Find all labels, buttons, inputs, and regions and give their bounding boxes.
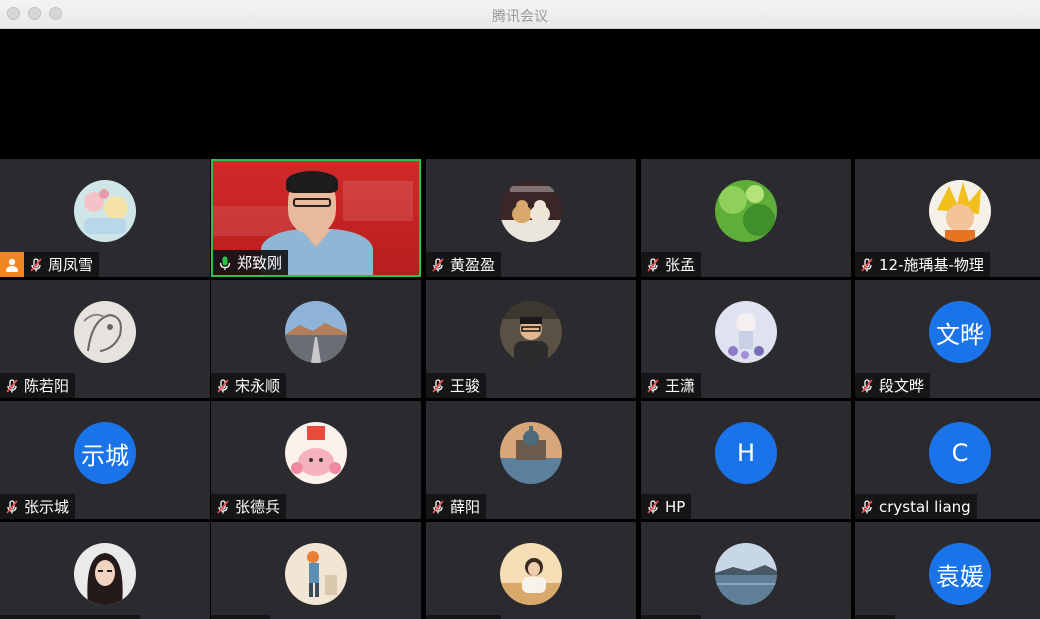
participant-name: 陈若阳 <box>24 377 70 395</box>
mic-muted-icon <box>859 378 879 394</box>
participant-tile[interactable]: 12-施瑀基-物理 <box>855 159 1040 277</box>
participant-name: 周凤雪 <box>48 256 94 274</box>
photo-illustration-icon <box>74 180 136 242</box>
mic-active-icon <box>217 255 237 271</box>
photo-road-icon <box>285 301 347 363</box>
participant-name: 段文晔 <box>879 377 925 395</box>
photo-person-icon <box>500 301 562 363</box>
participant-name-bar: 郑致刚 <box>213 250 289 275</box>
photo-leaves-icon <box>715 180 777 242</box>
participant-name-bar: 梁珊珊 物理学院 <box>0 615 140 619</box>
participant-tile[interactable]: Zhu <box>211 522 421 619</box>
participant-name-bar: 陈若阳 <box>0 373 76 398</box>
participant-name: 薛阳 <box>450 498 481 516</box>
participant-grid: 周凤雪 郑致刚 黄盈盈 张孟 12-施瑀基-物理陈若阳 宋永顺 王骏 王潇 文晔 段文晔示城 张示城… <box>0 159 1040 619</box>
window-title: 腾讯会议 <box>492 9 548 25</box>
participant-name: 张孟 <box>665 256 696 274</box>
participant-name-bar: 张示城 <box>0 494 76 519</box>
avatar-initials: 示城 <box>74 422 136 484</box>
participant-name: 郑致刚 <box>237 254 283 272</box>
mic-muted-icon <box>4 499 24 515</box>
participant-name-bar: 周凤雪 <box>24 252 100 277</box>
participant-name-bar: 薛阳 <box>426 494 487 519</box>
participant-tile[interactable]: 陈若阳 <box>0 280 210 398</box>
mic-muted-icon <box>215 378 235 394</box>
photo-woman-icon <box>74 543 136 605</box>
participant-name-bar: 段文晔 <box>855 373 931 398</box>
participant-tile[interactable]: 王潇 <box>641 280 851 398</box>
avatar-initials: H <box>715 422 777 484</box>
participant-name: 张德兵 <box>235 498 281 516</box>
participant-tile[interactable]: H HP <box>641 401 851 519</box>
participant-tile[interactable]: 示城 张示城 <box>0 401 210 519</box>
participant-name: crystal liang <box>879 497 971 516</box>
photo-cats-icon <box>500 180 562 242</box>
title-bar: 腾讯会议 <box>0 0 1040 29</box>
participant-tile[interactable]: 文晔 段文晔 <box>855 280 1040 398</box>
mic-muted-icon <box>4 378 24 394</box>
photo-sketch-icon <box>74 301 136 363</box>
participant-name: HP <box>665 497 686 516</box>
participant-name-bar: 王潇 <box>641 373 702 398</box>
participant-name-bar: 袁媛 <box>855 615 896 619</box>
participant-tile[interactable]: 黄盈盈 <box>426 159 636 277</box>
participant-tile[interactable]: 张震 <box>641 522 851 619</box>
photo-lake-icon <box>715 543 777 605</box>
photo-city-icon <box>500 422 562 484</box>
participant-name: 王骏 <box>450 377 481 395</box>
participant-name: 张示城 <box>24 498 70 516</box>
participant-tile[interactable]: 郑致刚 <box>211 159 421 277</box>
mic-muted-icon <box>430 378 450 394</box>
participant-name-bar: 张震 <box>641 615 702 619</box>
host-icon <box>0 252 24 277</box>
avatar-initials: 文晔 <box>929 301 991 363</box>
photo-pig-icon <box>285 422 347 484</box>
mic-muted-icon <box>28 257 48 273</box>
photo-girl-icon <box>500 543 562 605</box>
participant-name-bar: 王骏 <box>426 373 487 398</box>
participant-name-bar: 黄盈盈 <box>426 252 502 277</box>
participant-tile[interactable]: 袁媛袁媛 <box>855 522 1040 619</box>
mic-muted-icon <box>859 257 879 273</box>
participant-tile[interactable]: 吕昭月 <box>426 522 636 619</box>
participant-name-bar: Zhu <box>211 615 271 619</box>
participant-tile[interactable]: 薛阳 <box>426 401 636 519</box>
mic-muted-icon <box>430 257 450 273</box>
mic-muted-icon <box>859 499 879 515</box>
participant-name-bar: HP <box>641 494 692 519</box>
participant-name: 黄盈盈 <box>450 256 496 274</box>
participant-tile[interactable]: 张德兵 <box>211 401 421 519</box>
mic-muted-icon <box>645 257 665 273</box>
participant-name-bar: 吕昭月 <box>426 615 502 619</box>
participant-name-bar: 张德兵 <box>211 494 287 519</box>
participant-tile[interactable]: 宋永顺 <box>211 280 421 398</box>
participant-name: 王潇 <box>665 377 696 395</box>
participant-tile[interactable]: 周凤雪 <box>0 159 210 277</box>
participant-tile[interactable]: 梁珊珊 物理学院 <box>0 522 210 619</box>
mic-muted-icon <box>645 499 665 515</box>
participant-tile[interactable]: Ccrystal liang <box>855 401 1040 519</box>
participant-name-bar: crystal liang <box>855 494 977 519</box>
mic-muted-icon <box>430 499 450 515</box>
participant-name-bar: 张孟 <box>641 252 702 277</box>
photo-cartoon-icon <box>929 180 991 242</box>
avatar-initials: 袁媛 <box>929 543 991 605</box>
photo-figure-icon <box>285 543 347 605</box>
participant-name-bar: 宋永顺 <box>211 373 287 398</box>
meeting-stage: 周凤雪 郑致刚 黄盈盈 张孟 12-施瑀基-物理陈若阳 宋永顺 王骏 王潇 文晔 段文晔示城 张示城… <box>0 30 1040 619</box>
participant-name-bar: 12-施瑀基-物理 <box>855 252 990 277</box>
mic-muted-icon <box>645 378 665 394</box>
participant-name: 宋永顺 <box>235 377 281 395</box>
participant-name: 12-施瑀基-物理 <box>879 256 984 274</box>
avatar-initials: C <box>929 422 991 484</box>
participant-tile[interactable]: 王骏 <box>426 280 636 398</box>
mic-muted-icon <box>215 499 235 515</box>
participant-tile[interactable]: 张孟 <box>641 159 851 277</box>
photo-flowers-icon <box>715 301 777 363</box>
